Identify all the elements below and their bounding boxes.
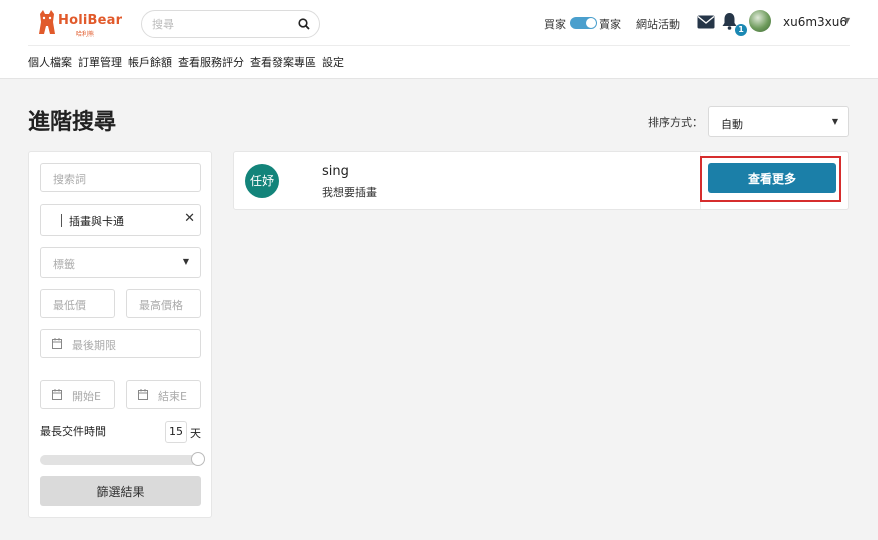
delivery-days-input[interactable]: 15: [165, 421, 187, 443]
mail-icon[interactable]: [697, 15, 715, 29]
search-icon[interactable]: [298, 18, 310, 30]
chevron-down-icon: ▼: [182, 257, 189, 266]
min-price-placeholder: 最低價: [53, 299, 86, 312]
holibear-logo[interactable]: HoliBear 哈利熊: [36, 8, 122, 40]
nav-item-settings[interactable]: 設定: [322, 54, 344, 70]
close-icon[interactable]: ✕: [184, 211, 195, 226]
page-title: 進階搜尋: [28, 110, 117, 135]
keyword-input[interactable]: 搜索詞: [40, 163, 201, 192]
filter-submit-button[interactable]: 篩選結果: [40, 476, 201, 506]
view-more-button[interactable]: 查看更多: [708, 163, 836, 193]
deadline-input[interactable]: 最後期限: [40, 329, 201, 358]
start-date-placeholder: 開始E: [72, 390, 101, 403]
nav-item-balance[interactable]: 帳戶餘額: [128, 54, 172, 70]
end-date-input[interactable]: 結束E: [126, 380, 201, 409]
max-price-placeholder: 最高價格: [139, 299, 183, 312]
delivery-time-label: 最長交件時間: [40, 425, 106, 438]
tag-placeholder: 標籤: [53, 258, 75, 271]
result-title[interactable]: sing: [322, 164, 349, 179]
header-divider: [28, 45, 850, 46]
nav-item-profile[interactable]: 個人檔案: [28, 54, 72, 70]
category-separator: [61, 214, 62, 227]
category-select[interactable]: 插畫與卡通 ✕: [40, 204, 201, 236]
filter-panel: 搜索詞 插畫與卡通 ✕ 標籤 ▼ 最低價 最高價格 最後期限 開始E 結束E 最…: [28, 151, 212, 518]
top-header: HoliBear 哈利熊 買家 賣家 網站活動 1 xu6m3xu6 ▼ 個人檔…: [0, 0, 878, 79]
keyword-placeholder: 搜索詞: [53, 173, 86, 186]
logo-text: HoliBear: [58, 13, 123, 28]
chevron-down-icon[interactable]: ▼: [844, 16, 850, 25]
calendar-icon: [52, 338, 62, 349]
tag-select[interactable]: 標籤 ▼: [40, 247, 201, 278]
start-date-input[interactable]: 開始E: [40, 380, 115, 409]
username[interactable]: xu6m3xu6: [783, 15, 847, 29]
chevron-down-icon: ▼: [831, 117, 838, 126]
sort-label: 排序方式：: [648, 116, 703, 129]
result-avatar[interactable]: 任妤: [245, 164, 279, 198]
sort-value: 自動: [721, 118, 743, 131]
buyer-label: 買家: [544, 18, 566, 31]
nav-item-ratings[interactable]: 查看服務評分: [178, 54, 244, 70]
search-bar: [141, 10, 320, 38]
sort-select[interactable]: 自動 ▼: [708, 106, 849, 137]
nav-item-orders[interactable]: 訂單管理: [78, 54, 122, 70]
result-description: 我想要插畫: [322, 186, 377, 199]
min-price-input[interactable]: 最低價: [40, 289, 115, 318]
max-price-input[interactable]: 最高價格: [126, 289, 201, 318]
category-value: 插畫與卡通: [69, 215, 124, 228]
logo-subtext: 哈利熊: [76, 31, 95, 38]
calendar-icon: [138, 389, 148, 400]
nav-item-jobs[interactable]: 查看發案專區: [250, 54, 316, 70]
end-date-placeholder: 結束E: [158, 390, 187, 403]
delivery-time-slider[interactable]: [40, 455, 203, 465]
buyer-seller-toggle[interactable]: [570, 17, 597, 29]
delivery-days-unit: 天: [190, 427, 201, 440]
main-nav: 個人檔案 訂單管理 帳戶餘額 查看服務評分 查看發案專區 設定: [28, 54, 344, 70]
deadline-placeholder: 最後期限: [72, 339, 116, 352]
notification-badge: 1: [735, 24, 747, 36]
seller-label: 賣家: [599, 18, 621, 31]
user-avatar[interactable]: [749, 10, 771, 32]
site-activity-link[interactable]: 網站活動: [636, 16, 680, 32]
calendar-icon: [52, 389, 62, 400]
result-card: 任妤 sing 我想要插畫 查看更多: [233, 151, 849, 210]
search-input[interactable]: [152, 16, 292, 32]
slider-handle[interactable]: [191, 452, 205, 466]
